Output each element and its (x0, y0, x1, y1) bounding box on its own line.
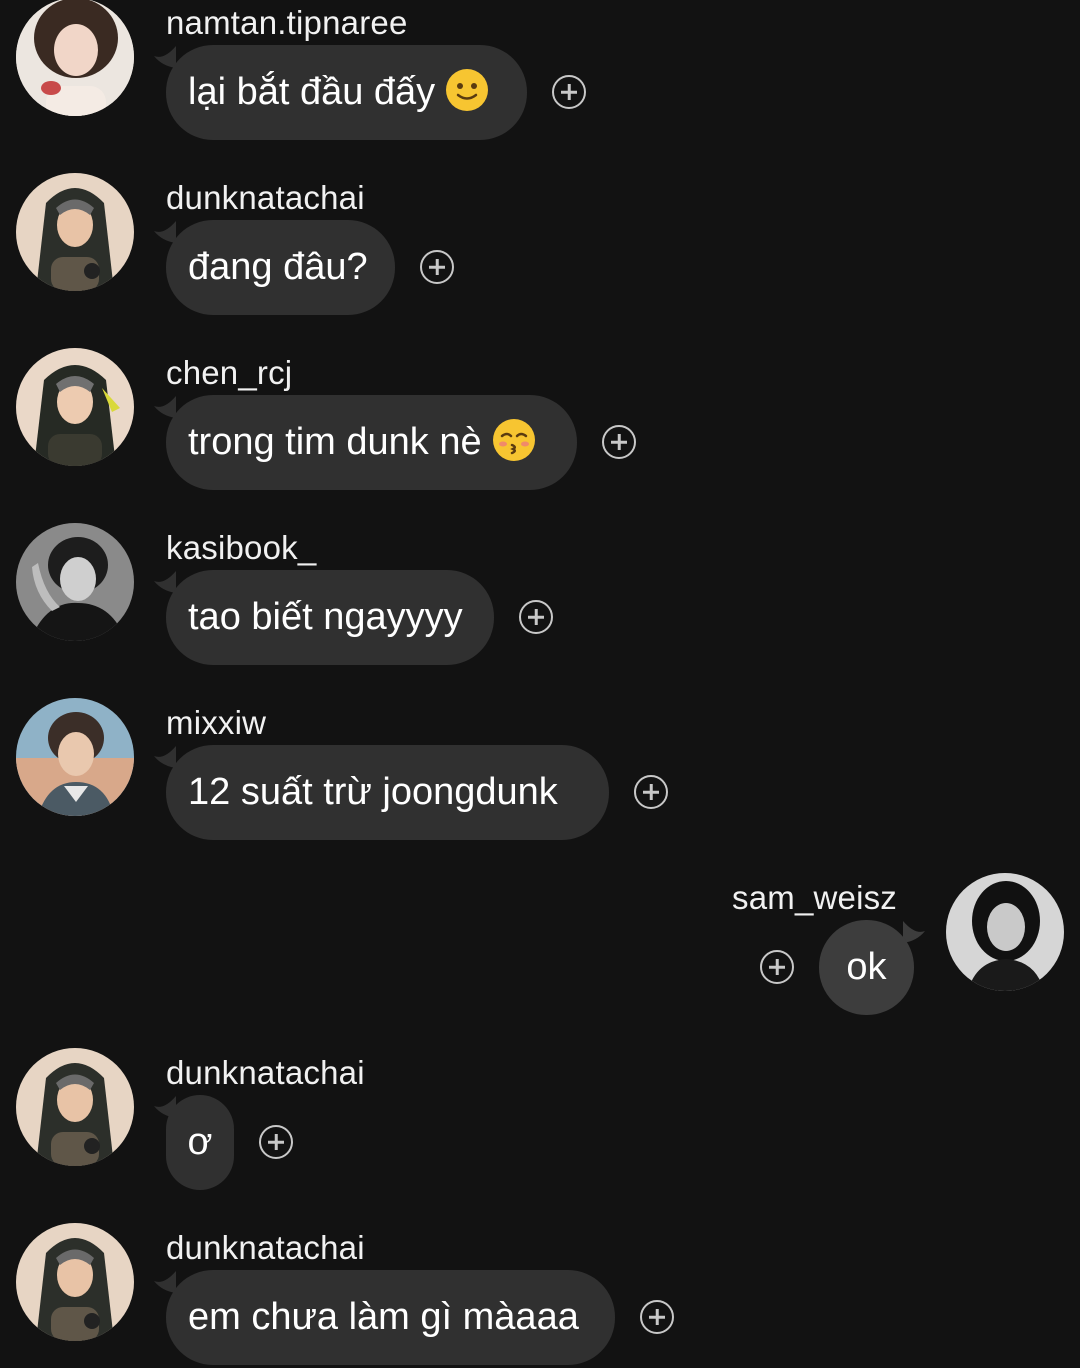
add-reaction-button[interactable] (760, 950, 794, 984)
sender-username[interactable]: dunknatachai (166, 178, 365, 218)
message-bubble[interactable]: ơ (166, 1095, 234, 1190)
sender-username[interactable]: kasibook_ (166, 528, 316, 568)
message-row-own: sam_weisz ok (0, 850, 1080, 1025)
add-reaction-button[interactable] (259, 1125, 293, 1159)
message-bubble[interactable]: em chưa làm gì màaaa (166, 1270, 615, 1365)
message-text: 12 suất trừ joongdunk (188, 771, 558, 813)
message-row: namtan.tipnaree lại bắt đầu đấy (0, 0, 1080, 150)
message-bubble[interactable]: ok (819, 920, 914, 1015)
bubble-tail (154, 396, 176, 418)
sender-username[interactable]: sam_weisz (732, 878, 897, 918)
message-text: trong tim dunk nè (188, 421, 482, 463)
sender-username[interactable]: chen_rcj (166, 353, 292, 393)
message-bubble[interactable]: đang đâu? (166, 220, 395, 315)
message-row: chen_rcj trong tim dunk nè (0, 325, 1080, 500)
add-reaction-button[interactable] (420, 250, 454, 284)
message-text: ok (846, 946, 887, 988)
message-bubble[interactable]: 12 suất trừ joongdunk (166, 745, 609, 840)
add-reaction-button[interactable] (519, 600, 553, 634)
message-row: dunknatachai đang đâu? (0, 150, 1080, 325)
message-text: đang đâu? (188, 246, 368, 288)
add-reaction-button[interactable] (634, 775, 668, 809)
bubble-tail (154, 746, 176, 768)
sender-username[interactable]: namtan.tipnaree (166, 3, 408, 43)
bubble-tail (154, 46, 176, 68)
bubble-tail (154, 221, 176, 243)
message-row: kasibook_ tao biết ngayyyy (0, 500, 1080, 675)
sender-username[interactable]: dunknatachai (166, 1053, 365, 1093)
add-reaction-button[interactable] (552, 75, 586, 109)
message-row: dunknatachai em chưa làm gì màaaa (0, 1200, 1080, 1368)
avatar[interactable] (946, 873, 1064, 991)
kissing-face-closed-eyes-icon (492, 419, 535, 461)
message-bubble[interactable]: trong tim dunk nè (166, 395, 577, 490)
message-text: ơ (187, 1121, 213, 1163)
message-text: lại bắt đầu đấy (188, 71, 436, 113)
message-row: dunknatachai ơ (0, 1025, 1080, 1200)
message-bubble[interactable]: lại bắt đầu đấy (166, 45, 527, 140)
sender-username[interactable]: dunknatachai (166, 1228, 365, 1268)
message-row: mixxiw 12 suất trừ joongdunk (0, 675, 1080, 850)
avatar[interactable] (16, 523, 134, 641)
message-bubble[interactable]: tao biết ngayyyy (166, 570, 494, 665)
bubble-tail (154, 571, 176, 593)
avatar[interactable] (16, 0, 134, 116)
avatar[interactable] (16, 1048, 134, 1166)
bubble-tail (903, 921, 925, 943)
slightly-smiling-face-icon (446, 69, 489, 111)
sender-username[interactable]: mixxiw (166, 703, 266, 743)
add-reaction-button[interactable] (602, 425, 636, 459)
add-reaction-button[interactable] (640, 1300, 674, 1334)
bubble-tail (154, 1271, 176, 1293)
message-text: tao biết ngayyyy (188, 596, 463, 638)
avatar[interactable] (16, 1223, 134, 1341)
message-text: em chưa làm gì màaaa (188, 1296, 579, 1338)
avatar[interactable] (16, 173, 134, 291)
avatar[interactable] (16, 348, 134, 466)
avatar[interactable] (16, 698, 134, 816)
